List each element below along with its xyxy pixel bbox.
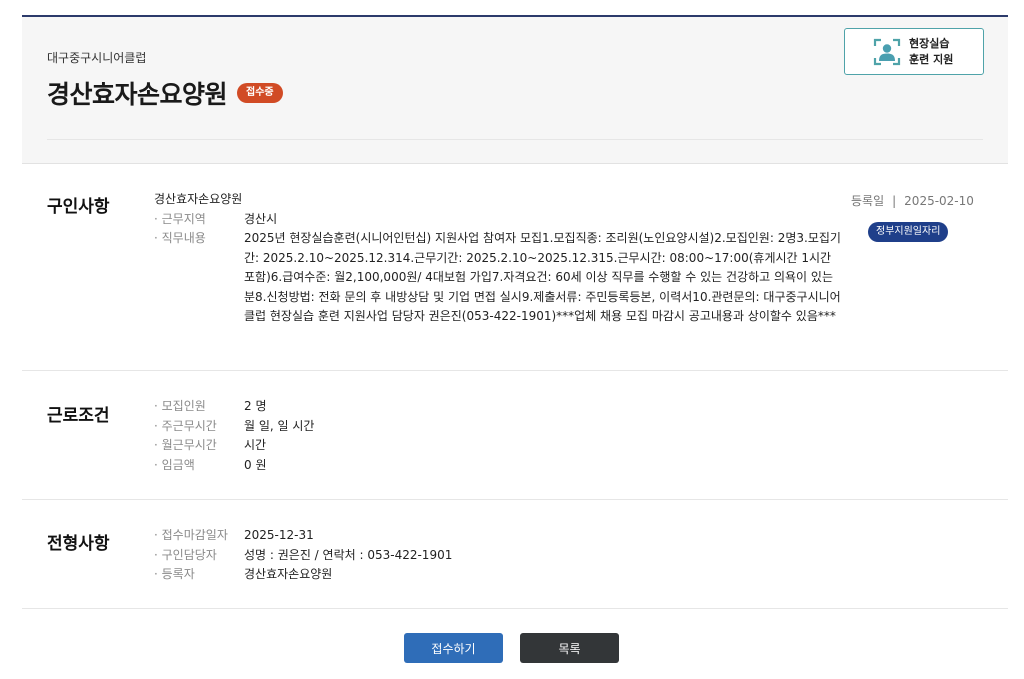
row-value: 시간	[244, 438, 267, 452]
row-label: · 임금액	[154, 457, 195, 472]
row-label: · 근무지역	[154, 211, 206, 226]
row-label: · 구인담당자	[154, 547, 217, 562]
detail-row: · 접수마감일자 2025-12-31	[154, 526, 452, 546]
detail-row: · 구인담당자 성명 : 권은진 / 연락처 : 053-422-1901	[154, 546, 452, 566]
row-value: 2025-12-31	[244, 528, 314, 542]
row-value: 월 일, 일 시간	[244, 418, 315, 433]
row-value: 경산효자손요양원	[244, 567, 333, 581]
action-buttons: 접수하기 목록	[404, 633, 619, 663]
conditions-rows: · 모집인원 2 명 · 주근무시간 월 일, 일 시간 · 월근무시간 시간 …	[154, 397, 314, 475]
row-value: 2 명	[244, 399, 267, 413]
row-label: · 모집인원	[154, 399, 206, 413]
recruit-rows: 경산효자손요양원 · 근무지역 경산시 · 직무내용 2025년 현장실습훈련(…	[154, 190, 842, 327]
row-label: · 접수마감일자	[154, 528, 228, 542]
support-label: 현장실습 훈련 지원	[909, 36, 953, 68]
reg-date-value: 2025-02-10	[904, 194, 974, 208]
title-row: 경산효자손요양원 접수중	[47, 75, 283, 111]
detail-row: · 등록자 경산효자손요양원	[154, 565, 452, 585]
selection-rows: · 접수마감일자 2025-12-31 · 구인담당자 성명 : 권은진 / 연…	[154, 526, 452, 585]
selection-section-title: 전형사항	[47, 534, 110, 554]
detail-row: · 모집인원 2 명	[154, 397, 314, 417]
status-badge: 접수중	[237, 83, 283, 103]
detail-row: · 직무내용 2025년 현장실습훈련(시니어인턴십) 지원사업 참여자 모집1…	[154, 229, 842, 327]
row-value: 경산시	[244, 211, 278, 226]
conditions-section: 근로조건 · 모집인원 2 명 · 주근무시간 월 일, 일 시간 · 월근무시…	[22, 371, 1008, 500]
selection-section: 전형사항 · 접수마감일자 2025-12-31 · 구인담당자 성명 : 권은…	[22, 500, 1008, 609]
list-button[interactable]: 목록	[520, 633, 619, 663]
row-value: 성명 : 권은진 / 연락처 : 053-422-1901	[244, 547, 453, 562]
row-value: 0 원	[244, 457, 267, 472]
conditions-section-title: 근로조건	[47, 406, 110, 426]
job-header: 대구중구시니어클럽 경산효자손요양원 접수중 현장실습 훈련 지원	[22, 15, 1008, 164]
row-label: · 등록자	[154, 567, 195, 581]
recruit-section-title: 구인사항	[47, 197, 110, 217]
registration-date: 등록일 | 2025-02-10	[851, 192, 974, 209]
page-title: 경산효자손요양원	[47, 80, 228, 109]
support-line1: 현장실습	[909, 36, 950, 50]
detail-row: · 월근무시간 시간	[154, 436, 314, 456]
detail-row: · 임금액 0 원	[154, 456, 314, 476]
row-label: · 직무내용	[154, 231, 206, 245]
job-detail: 대구중구시니어클럽 경산효자손요양원 접수중 현장실습 훈련 지원 구인사항 경…	[22, 0, 1008, 679]
reg-date-separator: |	[892, 194, 897, 208]
row-label: · 월근무시간	[154, 438, 217, 452]
detail-row: · 주근무시간 월 일, 일 시간	[154, 417, 314, 437]
detail-row: · 근무지역 경산시	[154, 210, 842, 230]
row-label: · 주근무시간	[154, 418, 217, 433]
header-divider	[47, 139, 983, 140]
person-frame-icon	[873, 38, 901, 66]
support-line2: 훈련 지원	[909, 52, 954, 66]
gov-support-badge: 정부지원일자리	[868, 222, 949, 242]
organization-name: 대구중구시니어클럽	[47, 51, 147, 65]
field-training-support-button[interactable]: 현장실습 훈련 지원	[844, 28, 984, 75]
job-description: 2025년 현장실습훈련(시니어인턴십) 지원사업 참여자 모집1.모집직종: …	[244, 231, 841, 323]
reg-date-label: 등록일	[851, 194, 885, 208]
company-name: 경산효자손요양원	[154, 192, 243, 206]
apply-button[interactable]: 접수하기	[404, 633, 503, 663]
